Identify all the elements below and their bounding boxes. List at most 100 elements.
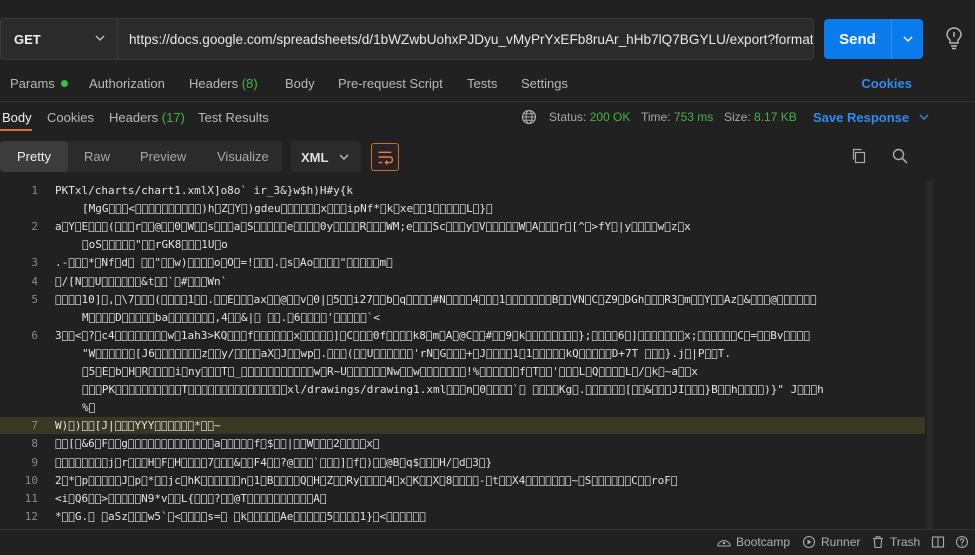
code-line: a Y E   (   r  @  0 W  s   a S     e    … xyxy=(55,220,691,233)
url-text: https://docs.google.com/spreadsheets/d/1… xyxy=(129,32,814,47)
active-tab-underline xyxy=(0,129,32,131)
raw-button[interactable]: Raw xyxy=(84,149,110,164)
code-line: %  xyxy=(82,401,95,414)
line-number: 6 xyxy=(0,329,38,342)
tab-response-headers-label: Headers xyxy=(109,110,158,125)
runner-button[interactable]: Runner xyxy=(802,535,860,549)
send-button[interactable]: Send xyxy=(824,19,923,59)
response-body-viewer[interactable]: 1 PK  T                xl/charts/ch… xyxy=(0,181,925,530)
time-label: Time: xyxy=(641,110,671,124)
line-number: 7 xyxy=(0,419,38,432)
code-line:   [ &6 F  g             a     f $  |  W … xyxy=(55,437,380,450)
tab-settings[interactable]: Settings xyxy=(521,76,568,91)
code-line:  oS     "  rGK8   1U o xyxy=(82,238,228,251)
bootcamp-label: Bootcamp xyxy=(736,535,790,549)
code-line: 2 * p     J p *  jc hK      n 1 B    Q H… xyxy=(55,474,678,487)
view-mode-group: Pretty Raw Preview Visualize xyxy=(0,141,282,172)
code-line: 3  < ? c4        w 1ah3>KQ   f      x   … xyxy=(55,329,810,342)
size-value: 8.17 KB xyxy=(754,110,797,124)
response-tabs: Body Cookies Headers (17) Test Results S… xyxy=(0,102,975,132)
tab-test-results[interactable]: Test Results xyxy=(198,110,269,125)
tab-params-label: Params xyxy=(10,76,55,91)
code-line:     10] , \7   (    1  .  E   ax  @  v 0… xyxy=(55,293,817,306)
pretty-button[interactable]: Pretty xyxy=(0,141,68,172)
line-number: 2 xyxy=(0,220,38,233)
url-input[interactable]: https://docs.google.com/spreadsheets/d/1… xyxy=(118,18,814,60)
code-line: "W      [J6       z  y/    aX J  wp .   … xyxy=(82,347,731,360)
status-value: 200 OK xyxy=(590,110,631,124)
chevron-down-icon xyxy=(339,152,349,162)
code-line:  /[N  U      &t  ` #   Wn` xyxy=(55,275,227,288)
line-number: 4 xyxy=(0,275,38,288)
tab-response-cookies[interactable]: Cookies xyxy=(47,110,94,125)
method-label: GET xyxy=(14,32,41,47)
line-number: 11 xyxy=(0,492,38,505)
tab-tests[interactable]: Tests xyxy=(467,76,497,91)
tab-prerequest-script[interactable]: Pre-request Script xyxy=(338,76,443,91)
language-label: XML xyxy=(301,150,328,165)
status-readout: Status: 200 OK xyxy=(549,110,630,124)
search-icon[interactable] xyxy=(891,147,909,165)
code-line: PK  T                xl/charts/cha… xyxy=(55,184,353,197)
code-line: <i Q6  >     N9*v  L{   ?  @T          A… xyxy=(55,492,327,505)
code-line: .-   * Nf d    "  w)    o O =!   . s Ao … xyxy=(55,256,393,269)
params-indicator-dot xyxy=(61,80,68,87)
language-select[interactable]: XML xyxy=(291,141,361,172)
status-bar: Bootcamp Runner Trash xyxy=(0,529,975,555)
save-response-label: Save Response xyxy=(813,110,909,125)
save-response-button[interactable]: Save Response xyxy=(813,110,929,125)
cookies-link[interactable]: Cookies xyxy=(861,76,912,91)
help-icon[interactable] xyxy=(955,535,969,549)
runner-icon xyxy=(802,535,816,549)
line-number: 9 xyxy=(0,456,38,469)
tab-headers-label: Headers xyxy=(189,76,238,91)
code-line: [MgG   <          )h Z Y )gdeu      x   … xyxy=(82,202,493,215)
send-dropdown[interactable] xyxy=(892,34,923,44)
code-line:    PK          T               xl/drawin… xyxy=(82,383,824,396)
bootcamp-icon xyxy=(717,535,731,549)
trash-button[interactable]: Trash xyxy=(871,535,920,549)
line-number: 10 xyxy=(0,474,38,487)
two-pane-icon[interactable] xyxy=(931,535,945,549)
tab-response-body[interactable]: Body xyxy=(2,110,32,125)
time-value: 753 ms xyxy=(674,110,713,124)
code-line: M    D     ba       ,4  &|    . 6    '  … xyxy=(82,311,380,324)
chevron-down-icon xyxy=(903,34,913,44)
tab-body[interactable]: Body xyxy=(285,76,315,91)
trash-icon xyxy=(871,535,885,549)
trash-label: Trash xyxy=(890,535,920,549)
code-line: *  G.   aSz   w5` <    s=   k     Ae    … xyxy=(55,510,426,523)
status-label: Status: xyxy=(549,110,586,124)
request-bar: GET https://docs.google.com/spreadsheets… xyxy=(0,18,975,60)
response-headers-count: (17) xyxy=(162,110,185,125)
line-number: 5 xyxy=(0,293,38,306)
chevron-down-icon xyxy=(95,33,105,43)
line-number: 8 xyxy=(0,437,38,450)
send-label: Send xyxy=(824,31,891,48)
line-number: 1 xyxy=(0,184,38,197)
size-readout: Size: 8.17 KB xyxy=(724,110,797,124)
vertical-scrollbar[interactable] xyxy=(925,181,935,530)
copy-icon[interactable] xyxy=(851,148,867,164)
chevron-down-icon xyxy=(919,112,929,122)
visualize-button[interactable]: Visualize xyxy=(217,149,269,164)
code-line: W) )  [J|   YYY      *  ~ xyxy=(55,419,221,432)
method-select[interactable]: GET xyxy=(0,18,118,60)
headers-count: (8) xyxy=(242,76,258,91)
line-number: 12 xyxy=(0,510,38,523)
tab-params[interactable]: Params xyxy=(10,76,68,91)
wrap-lines-icon[interactable] xyxy=(371,143,399,171)
size-label: Size: xyxy=(724,110,751,124)
lightbulb-icon[interactable] xyxy=(944,26,964,50)
bootcamp-button[interactable]: Bootcamp xyxy=(717,535,790,549)
code-line:  5 E b H R    i ny   T _           w R~U… xyxy=(82,365,698,378)
tab-authorization[interactable]: Authorization xyxy=(89,76,165,91)
code-line:         j r   H F H    7   &  F4  ?@   `… xyxy=(55,456,492,469)
format-bar: Pretty Raw Preview Visualize XML xyxy=(0,141,975,173)
globe-icon[interactable] xyxy=(521,109,537,125)
tab-headers[interactable]: Headers (8) xyxy=(189,76,258,91)
tab-response-headers[interactable]: Headers (17) xyxy=(109,110,185,125)
preview-button[interactable]: Preview xyxy=(140,149,186,164)
line-number: 3 xyxy=(0,256,38,269)
request-tabs: Params Authorization Headers (8) Body Pr… xyxy=(0,66,975,102)
